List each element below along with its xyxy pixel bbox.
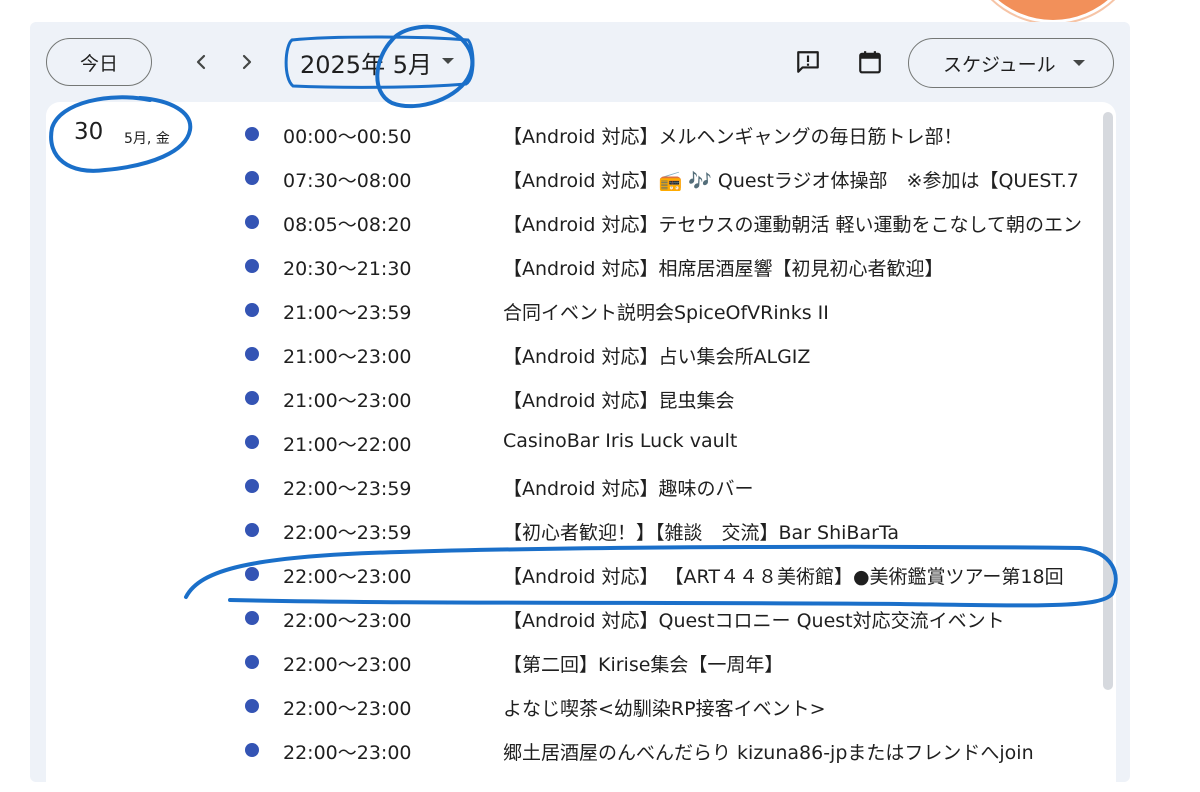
calendar-view-button[interactable] — [852, 44, 888, 80]
feedback-button[interactable] — [790, 44, 826, 80]
event-dot — [245, 523, 259, 537]
feedback-icon — [797, 51, 819, 73]
event-time: 22:00〜23:00 — [283, 610, 412, 632]
event-title: CasinoBar Iris Luck vault — [503, 430, 738, 452]
event-title: 【第二回】Kirise集会【一周年】 — [503, 654, 784, 676]
event-time: 22:00〜23:00 — [283, 566, 412, 588]
event-time: 21:00〜22:00 — [283, 434, 412, 456]
calendar-icon — [859, 51, 881, 74]
event-row[interactable]: 22:00〜23:00 【Android 対応】Questコロニー Quest対応… — [0, 597, 1100, 641]
event-title: 【Android 対応】Questコロニー Quest対応交流イベント — [503, 610, 1005, 632]
event-time: 21:00〜23:00 — [283, 346, 412, 368]
event-time: 21:00〜23:59 — [283, 302, 412, 324]
event-title: 合同イベント説明会SpiceOfVRinks II — [503, 302, 829, 324]
event-dot — [245, 479, 259, 493]
view-label: スケジュール — [943, 53, 1056, 76]
event-row[interactable]: 21:00〜23:00 【Android 対応】昆虫集会 — [0, 377, 1100, 421]
caret-down-icon — [1073, 60, 1085, 66]
event-dot — [245, 435, 259, 449]
event-row[interactable]: 07:30〜08:00 【Android 対応】📻 🎶 Questラジオ体操部 ※… — [0, 157, 1100, 201]
event-time: 21:00〜23:00 — [283, 390, 412, 412]
event-dot — [245, 259, 259, 273]
today-button[interactable]: 今日 — [46, 38, 152, 86]
event-row[interactable]: 22:00〜23:00 【第二回】Kirise集会【一周年】 — [0, 641, 1100, 685]
event-title: 【Android 対応】趣味のバー — [503, 478, 754, 500]
event-dot — [245, 743, 259, 757]
event-row[interactable]: 21:00〜22:00 CasinoBar Iris Luck vault — [0, 421, 1100, 465]
event-row[interactable]: 21:00〜23:00 【Android 対応】占い集会所ALGIZ — [0, 333, 1100, 377]
event-row[interactable]: 22:00〜23:00 郷土居酒屋のんべんだらり kizuna86-jpまたはフレ… — [0, 729, 1100, 773]
event-time: 00:00〜00:50 — [283, 126, 412, 148]
event-dot — [245, 655, 259, 669]
chevron-right-icon — [242, 54, 252, 70]
event-title: 【Android 対応】昆虫集会 — [503, 390, 735, 412]
event-row[interactable]: 21:00〜23:59 合同イベント説明会SpiceOfVRinks II — [0, 289, 1100, 333]
event-title: よなじ喫茶<幼馴染RP接客イベント> — [503, 698, 826, 720]
event-time: 22:00〜23:00 — [283, 654, 412, 676]
event-row[interactable]: 22:00〜23:00 よなじ喫茶<幼馴染RP接客イベント> — [0, 685, 1100, 729]
event-row[interactable]: 20:30〜21:30 【Android 対応】相席居酒屋響【初見初心者歓迎】 — [0, 245, 1100, 289]
event-title: 【Android 対応】占い集会所ALGIZ — [503, 346, 811, 368]
event-time: 08:05〜08:20 — [283, 214, 412, 236]
event-time: 22:00〜23:00 — [283, 698, 412, 720]
decorative-blob — [968, 0, 1138, 20]
event-dot — [245, 127, 259, 141]
event-title: 【Android 対応】📻 🎶 Questラジオ体操部 ※参加は【QUEST.7 — [503, 170, 1079, 192]
event-dot — [245, 347, 259, 361]
event-row[interactable]: 22:00〜23:59 【Android 対応】趣味のバー — [0, 465, 1100, 509]
event-title: 【初心者歓迎！】【雑談 交流】Bar ShiBarTa — [503, 522, 900, 544]
event-dot — [245, 215, 259, 229]
event-time: 20:30〜21:30 — [283, 258, 412, 280]
event-dot — [245, 567, 259, 581]
event-time: 22:00〜23:00 — [283, 742, 412, 764]
view-selector[interactable]: スケジュール — [908, 38, 1114, 88]
prev-button[interactable] — [184, 44, 220, 80]
chevron-left-icon — [196, 54, 206, 70]
event-dot — [245, 171, 259, 185]
event-time: 22:00〜23:59 — [283, 478, 412, 500]
event-row[interactable]: 00:00〜00:50 【Android 対応】メルヘンギャングの毎日筋トレ部！ — [0, 113, 1100, 157]
event-dot — [245, 699, 259, 713]
event-row[interactable]: 22:00〜23:59 【初心者歓迎！】【雑談 交流】Bar ShiBarTa — [0, 509, 1100, 553]
next-button[interactable] — [228, 44, 264, 80]
event-row[interactable]: 08:05〜08:20 【Android 対応】テセウスの運動朝活 軽い運動をこな… — [0, 201, 1100, 245]
caret-down-icon — [442, 58, 454, 64]
event-title: 郷土居酒屋のんべんだらり kizuna86-jpまたはフレンドへjoin — [503, 742, 1034, 764]
month-selector[interactable]: 2025年 5月 — [284, 38, 472, 86]
event-title: 【Android 対応】相席居酒屋響【初見初心者歓迎】 — [503, 258, 944, 280]
event-title: 【Android 対応】 【ART４４８美術館】●美術鑑賞ツアー第18回 — [503, 566, 1064, 588]
month-label: 2025年 5月 — [300, 50, 432, 79]
event-dot — [245, 303, 259, 317]
event-title: 【Android 対応】テセウスの運動朝活 軽い運動をこなして朝のエン — [503, 214, 1082, 236]
event-time: 07:30〜08:00 — [283, 170, 412, 192]
event-title: 【Android 対応】メルヘンギャングの毎日筋トレ部！ — [503, 126, 963, 148]
scrollbar[interactable] — [1103, 112, 1113, 690]
event-row[interactable]: 22:00〜23:00 【Android 対応】 【ART４４８美術館】●美術鑑賞… — [0, 553, 1100, 597]
event-dot — [245, 611, 259, 625]
event-dot — [245, 391, 259, 405]
event-time: 22:00〜23:59 — [283, 522, 412, 544]
